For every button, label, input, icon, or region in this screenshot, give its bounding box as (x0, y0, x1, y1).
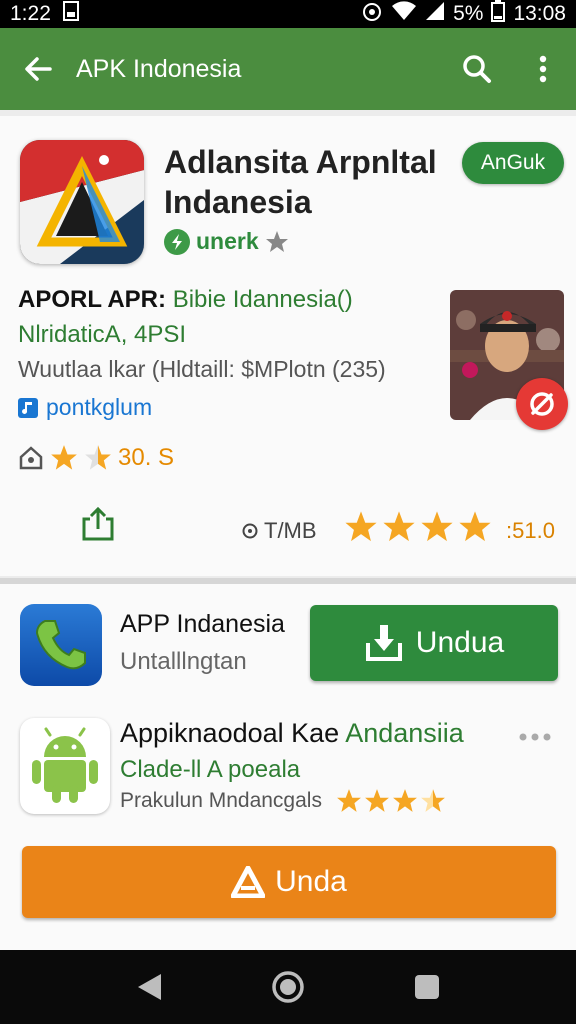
description-value: Bibie Idannesia() (172, 286, 353, 313)
circle-home-icon (272, 971, 304, 1003)
list-item-subtitle: Untalllngtan (120, 648, 247, 675)
no-link-badge[interactable] (516, 378, 568, 430)
star-half-icon (85, 445, 111, 470)
description-line-1: APORL APR: Bibie Idannesia() (18, 286, 353, 314)
arrow-left-icon (25, 57, 52, 81)
info-link[interactable]: pontkglum (18, 394, 152, 421)
list-item-title[interactable]: APP Indanesia (120, 610, 285, 639)
list-item-title[interactable]: Appiknaodoal Kae Andansiia (120, 718, 464, 749)
star-icon (365, 789, 389, 812)
nav-back-button[interactable] (124, 962, 174, 1012)
description-line-3: Wuutlaa lkar (Hldtaill: $MPlotn (235) (18, 356, 386, 382)
star-icon (421, 511, 453, 542)
star-icon (459, 511, 491, 542)
rating-row: 30. S (18, 444, 174, 472)
search-button[interactable] (444, 28, 510, 110)
star-half-icon (421, 789, 445, 812)
bolt-icon (164, 228, 190, 255)
home-icon (19, 446, 43, 470)
list-item-stars (336, 788, 446, 814)
score-value: :51.0 (506, 518, 555, 543)
triangle-back-icon (138, 974, 162, 1000)
app-logo-icon (231, 866, 266, 898)
share-button[interactable] (78, 504, 118, 544)
signal-icon (425, 1, 445, 27)
get-button[interactable]: AnGuk (462, 142, 564, 184)
more-options-button[interactable] (518, 718, 552, 749)
android-icon (32, 727, 98, 803)
rating-value: 30. S (118, 444, 175, 471)
list-item-title-b: Andansiia (345, 718, 464, 748)
page-title: APK Indonesia (76, 54, 242, 83)
battery-icon (491, 0, 506, 28)
star-icon (345, 511, 377, 542)
list-item-title-a: Appiknaodoal Kae (120, 718, 340, 748)
share-icon (82, 506, 114, 541)
developer-row[interactable]: unerk (164, 228, 289, 255)
download-button-label: Undua (415, 626, 505, 659)
app-logo-icon[interactable] (20, 140, 144, 264)
star-rating (344, 510, 492, 544)
description-label: APORL APR: (18, 286, 167, 313)
list-item-meta: Prakulun Mndancgals (120, 788, 446, 814)
primary-download-button[interactable]: Unda (22, 846, 556, 918)
wifi-icon (391, 1, 417, 27)
star-icon (265, 230, 288, 252)
sd-card-icon (62, 1, 79, 27)
alarm-icon (361, 0, 383, 28)
nav-recents-button[interactable] (402, 962, 452, 1012)
app-list: APP Indanesia Untalllngtan Undua Appikna… (0, 584, 576, 950)
music-note-icon (18, 397, 38, 418)
star-icon (51, 445, 77, 470)
size-label: T/MB (242, 518, 317, 544)
square-recents-icon (414, 975, 439, 999)
info-icon (242, 523, 258, 539)
download-button[interactable]: Undua (310, 605, 558, 681)
developer-name: unerk (196, 228, 259, 254)
overflow-menu-button[interactable] (510, 28, 576, 110)
star-icon (393, 789, 417, 812)
primary-download-label: Unda (275, 865, 347, 898)
list-item-meta-text: Prakulun Mndancgals (120, 789, 322, 812)
star-icon (383, 511, 415, 542)
list-item-subtitle: Clade-ll A poeala (120, 756, 301, 783)
status-bar: 1:22 5% 13:08 (0, 0, 576, 28)
link-off-icon (530, 392, 554, 416)
app-title: Adlansita Arpnltal Indanesia (164, 144, 437, 220)
battery-percent: 5% (453, 2, 484, 25)
phone-icon (35, 620, 86, 670)
star-icon (337, 789, 361, 812)
search-icon (463, 55, 491, 83)
app-detail-card: Adlansita Arpnltal Indanesia AnGuk unerk… (0, 116, 576, 576)
app-bar: APK Indonesia (0, 28, 576, 110)
description-line-2: NlridaticA, 4PSI (18, 321, 187, 348)
phone-app-icon[interactable] (20, 604, 102, 686)
back-button[interactable] (0, 28, 76, 110)
more-vertical-icon (539, 55, 547, 83)
status-time: 1:22 (10, 2, 51, 25)
android-app-icon[interactable] (20, 718, 110, 814)
navigation-bar (0, 950, 576, 1024)
nav-home-button[interactable] (263, 962, 313, 1012)
info-link-label: pontkglum (46, 394, 153, 420)
download-icon (365, 625, 402, 661)
more-horizontal-icon (519, 733, 551, 741)
status-clock: 13:08 (513, 2, 566, 25)
size-value: T/MB (264, 518, 317, 543)
